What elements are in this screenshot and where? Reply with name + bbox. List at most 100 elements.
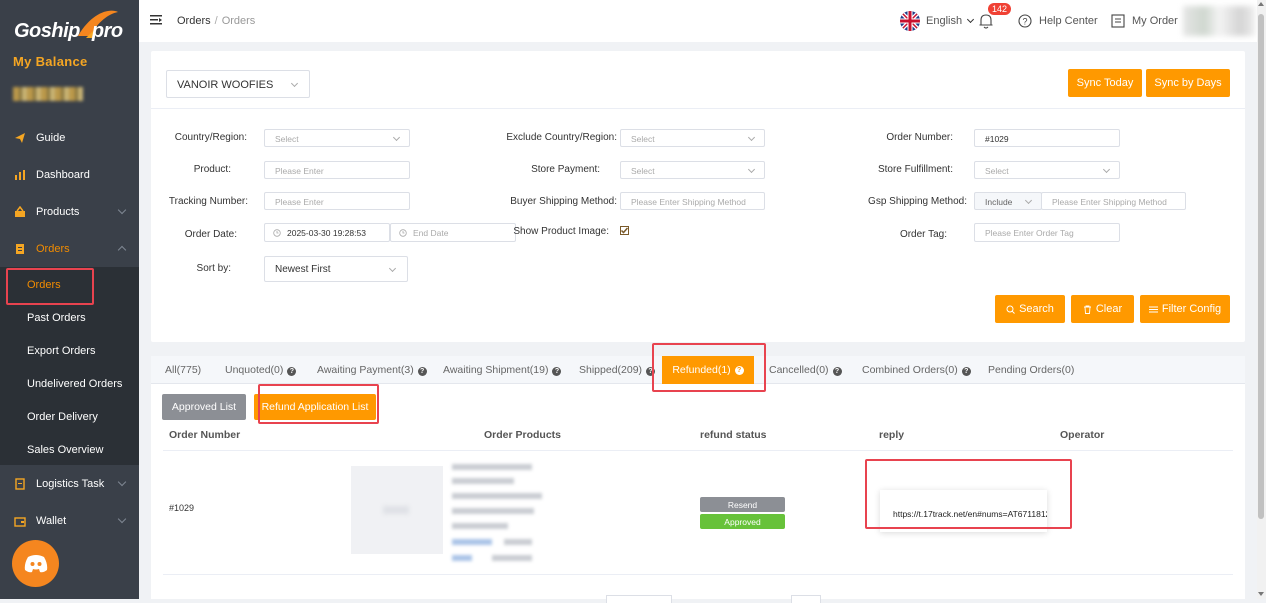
sidebar-item-wallet[interactable]: Wallet: [0, 503, 139, 539]
store-payment-label: Store Payment:: [531, 164, 600, 175]
tracking-number-input[interactable]: Please Enter: [264, 192, 410, 210]
page-scrollbar[interactable]: [1257, 0, 1266, 599]
filter-config-button[interactable]: Filter Config: [1140, 295, 1230, 323]
header-order-products: Order Products: [484, 429, 562, 441]
sidebar-item-label: Logistics Task: [36, 478, 105, 490]
store-payment-select[interactable]: Select: [620, 161, 765, 179]
exclude-country-placeholder: Select: [631, 134, 655, 144]
sidebar-item-dashboard[interactable]: Dashboard: [0, 157, 139, 193]
gsp-shipping-label: Gsp Shipping Method:: [868, 196, 967, 207]
buyer-shipping-label: Buyer Shipping Method:: [510, 196, 617, 207]
order-tag-label: Order Tag:: [899, 229, 947, 240]
scroll-thumb[interactable]: [1258, 14, 1264, 519]
help-center-link[interactable]: ? Help Center: [1018, 8, 1098, 34]
sidebar-item-logistics-task[interactable]: Logistics Task: [0, 466, 139, 502]
sidebar-item-guide[interactable]: Guide: [0, 120, 139, 156]
exclude-country-select[interactable]: Select: [620, 129, 765, 147]
sidebar-item-label: Guide: [36, 132, 66, 144]
chevron-down-icon: [967, 15, 975, 24]
tab-combined-orders[interactable]: Combined Orders(0)?: [862, 364, 971, 376]
tab-all[interactable]: All(775): [165, 364, 201, 376]
country-select[interactable]: Select: [264, 129, 410, 147]
tab-label: Cancelled(0): [769, 364, 829, 376]
my-order-link[interactable]: My Order: [1111, 8, 1178, 34]
scroll-down-icon[interactable]: [1258, 592, 1264, 596]
language-selector[interactable]: English: [900, 8, 975, 34]
header-operator: Operator: [1060, 429, 1105, 441]
clear-button[interactable]: Clear: [1071, 295, 1134, 323]
order-number-label: Order Number:: [886, 132, 953, 143]
gsp-include-value: Include: [985, 197, 1013, 207]
reply-tracking-link[interactable]: https://t.17track.net/en#nums=AT67118125…: [880, 490, 1047, 532]
chevron-down-icon: [747, 165, 756, 174]
store-fulfillment-select[interactable]: Select: [974, 161, 1120, 179]
help-icon: ?: [961, 367, 971, 376]
sync-by-days-button[interactable]: Sync by Days: [1146, 69, 1230, 97]
help-icon: ?: [646, 367, 656, 376]
help-circle-icon: ?: [1018, 14, 1032, 28]
product-input[interactable]: Please Enter: [264, 161, 410, 179]
order-date-label: Order Date:: [184, 229, 237, 240]
tab-awaiting-payment[interactable]: Awaiting Payment(3)?: [317, 364, 427, 376]
submenu-item-sales-overview[interactable]: Sales Overview: [27, 444, 103, 456]
tab-refunded[interactable]: Refunded(1)?: [662, 356, 754, 384]
order-date-start-value: 2025-03-30 19:28:53: [287, 228, 366, 238]
bag-icon: [15, 206, 25, 217]
buyer-shipping-input[interactable]: Please Enter Shipping Method: [620, 192, 765, 210]
search-button[interactable]: Search: [995, 295, 1065, 323]
sort-by-select[interactable]: Newest First: [264, 256, 408, 282]
tab-awaiting-shipment[interactable]: Awaiting Shipment(19)?: [443, 364, 562, 376]
store-select[interactable]: VANOIR WOOFIES: [166, 70, 310, 98]
pagination-control[interactable]: [606, 595, 672, 603]
scroll-up-icon[interactable]: [1258, 2, 1264, 6]
show-product-image-checkbox[interactable]: [620, 226, 629, 235]
clipboard-icon: [16, 244, 24, 254]
tab-label: Shipped(209): [579, 364, 643, 376]
sync-today-button[interactable]: Sync Today: [1068, 69, 1142, 97]
menu-toggle-icon[interactable]: [150, 15, 162, 25]
approved-list-button[interactable]: Approved List: [162, 394, 246, 420]
tab-shipped[interactable]: Shipped(209)?: [579, 364, 656, 376]
svg-text:?: ?: [1022, 17, 1027, 27]
tab-cancelled[interactable]: Cancelled(0)?: [769, 364, 842, 376]
chevron-down-icon: [117, 514, 127, 524]
order-tag-input[interactable]: Please Enter Order Tag: [974, 223, 1120, 242]
submenu-item-order-delivery[interactable]: Order Delivery: [27, 411, 98, 423]
sidebar-item-label: Products: [36, 206, 80, 218]
trash-icon: [1083, 305, 1091, 314]
tab-label: Awaiting Payment(3): [317, 364, 414, 376]
search-icon: [1006, 305, 1015, 314]
sidebar-item-products[interactable]: Products: [0, 194, 139, 230]
goship-logo[interactable]: Goship pro: [12, 8, 127, 44]
discord-button[interactable]: [12, 540, 59, 587]
store-fulfillment-placeholder: Select: [985, 166, 1009, 176]
document-icon: [15, 478, 25, 490]
bell-icon[interactable]: [979, 13, 993, 29]
sidebar-item-label: Orders: [36, 243, 70, 255]
orders-content: All(775) Unquoted(0)? Awaiting Payment(3…: [151, 356, 1245, 603]
chevron-down-icon: [747, 133, 756, 142]
help-icon: ?: [734, 365, 744, 375]
breadcrumb-root[interactable]: Orders: [177, 15, 211, 27]
submenu-item-orders[interactable]: Orders: [27, 279, 61, 291]
submenu-item-undelivered-orders[interactable]: Undelivered Orders: [27, 378, 122, 390]
user-avatar-redacted[interactable]: [1183, 6, 1255, 36]
submenu-item-past-orders[interactable]: Past Orders: [27, 312, 86, 324]
chevron-down-icon: [117, 205, 127, 215]
tab-unquoted[interactable]: Unquoted(0)?: [225, 364, 297, 376]
refund-application-list-button[interactable]: Refund Application List: [254, 394, 376, 420]
order-number-input[interactable]: #1029: [974, 129, 1120, 147]
gsp-include-select[interactable]: Include: [974, 192, 1042, 210]
sidebar-item-orders[interactable]: Orders: [0, 231, 139, 267]
help-icon: ?: [552, 367, 562, 376]
help-icon: ?: [832, 367, 842, 376]
submenu-item-export-orders[interactable]: Export Orders: [27, 345, 95, 357]
balance-value-redacted: [13, 87, 83, 101]
order-date-start[interactable]: 2025-03-30 19:28:53: [264, 223, 390, 242]
order-date-end[interactable]: End Date: [390, 223, 516, 242]
tab-pending-orders[interactable]: Pending Orders(0): [988, 364, 1074, 376]
gsp-shipping-input[interactable]: Please Enter Shipping Method: [1041, 192, 1186, 210]
pagination-control[interactable]: [791, 595, 821, 603]
header-refund-status: refund status: [700, 429, 767, 441]
topbar: Orders / Orders English 142 ? Help Center …: [139, 0, 1266, 42]
